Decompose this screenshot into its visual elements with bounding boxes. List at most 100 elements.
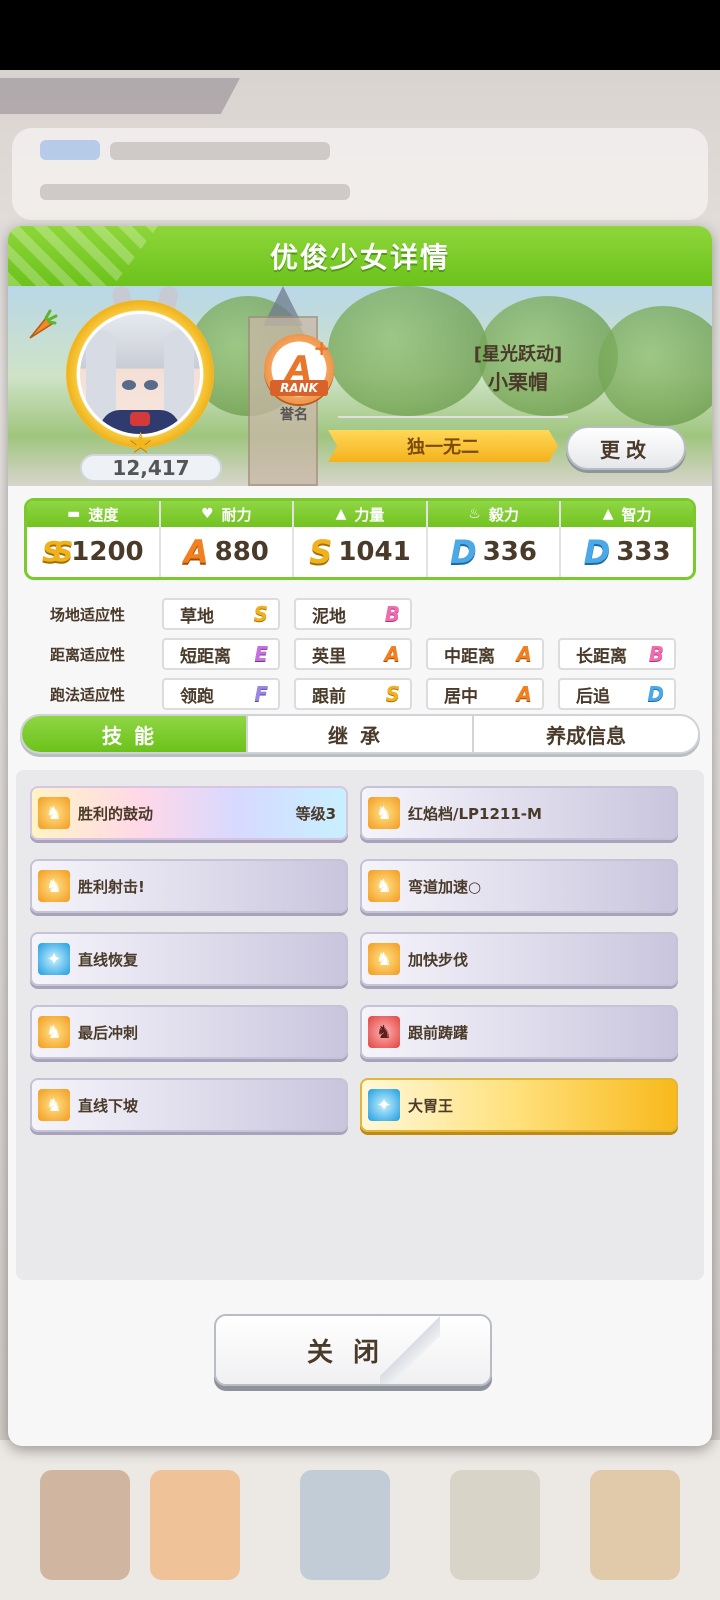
background-text bbox=[40, 184, 350, 200]
rank-caption: 誉名 bbox=[280, 407, 308, 423]
running-horse-icon: ♞ bbox=[38, 797, 70, 829]
stat-guts: ♨ 毅力 D 336 bbox=[427, 501, 562, 577]
skill-card[interactable]: ♞ 胜利射击! bbox=[30, 859, 348, 913]
background-tag bbox=[40, 140, 100, 160]
dialog-title-bar: 优俊少女详情 bbox=[8, 226, 712, 286]
running-horse-icon: ♞ bbox=[368, 943, 400, 975]
character-portrait bbox=[80, 314, 200, 434]
aptitude-name: 草地 bbox=[180, 606, 214, 627]
stat-wisdom: ▲ 智力 D 333 bbox=[561, 501, 693, 577]
aptitude-row-strategy: 跑法适应性 领跑 F 跟前 S 居中 A 后追 D bbox=[28, 674, 692, 714]
skill-card[interactable]: ♞ 最后冲刺 bbox=[30, 1005, 348, 1059]
aptitude-grade: S bbox=[253, 602, 268, 626]
stat-label: 毅力 bbox=[488, 505, 519, 524]
aptitude-name: 居中 bbox=[444, 686, 478, 707]
aptitude-grade: S bbox=[385, 682, 400, 706]
aptitude-name: 后追 bbox=[576, 686, 610, 707]
detail-tabs: 技能 继承 养成信息 bbox=[20, 714, 700, 754]
skill-name: 跟前踌躇 bbox=[408, 1023, 469, 1042]
aptitude-grade: B bbox=[648, 642, 664, 666]
background-banner bbox=[0, 78, 240, 114]
aptitude-cell: 中距离 A bbox=[426, 638, 544, 670]
background-thumbnail bbox=[300, 1470, 390, 1580]
aptitude-row-label: 距离适应性 bbox=[50, 645, 126, 664]
tab-inheritance[interactable]: 继承 bbox=[248, 716, 474, 752]
skill-name: 胜利射击! bbox=[78, 877, 145, 896]
carrot-icon bbox=[29, 309, 58, 339]
title-banner: 独一无二 bbox=[328, 430, 558, 462]
aptitude-cell: 草地 S bbox=[162, 598, 280, 630]
aptitude-cell: 领跑 F bbox=[162, 678, 280, 710]
stat-label: 速度 bbox=[88, 505, 119, 524]
skill-list: ♞ 胜利的鼓动 等级3 ♞ 红焰档/LP1211-M ♞ 胜利射击! ♞ 弯道加速○ ✦ 直线恢复 ♞… bbox=[16, 770, 704, 1280]
aptitude-name: 长距离 bbox=[576, 646, 627, 667]
skill-card[interactable]: ✦ 大胃王 bbox=[360, 1078, 678, 1132]
skill-card[interactable]: ♞ 跟前踌躇 bbox=[360, 1005, 678, 1059]
aptitude-row-track: 场地适应性 草地 S 泥地 B bbox=[28, 594, 692, 634]
close-button-label: 关闭 bbox=[306, 1337, 399, 1368]
aptitude-name: 泥地 bbox=[312, 606, 346, 627]
skill-name: 加快步伐 bbox=[408, 950, 469, 969]
heart-icon: ♥ bbox=[201, 506, 214, 522]
name-divider bbox=[338, 416, 568, 418]
aptitude-cell: 长距离 B bbox=[558, 638, 676, 670]
aptitude-name: 中距离 bbox=[444, 646, 495, 667]
tab-skills[interactable]: 技能 bbox=[22, 716, 248, 752]
tab-training-info[interactable]: 养成信息 bbox=[474, 716, 698, 752]
aptitude-cell: 泥地 B bbox=[294, 598, 412, 630]
flame-icon: ♨ bbox=[468, 506, 481, 522]
background-thumbnail bbox=[450, 1470, 540, 1580]
aptitude-cell: 后追 D bbox=[558, 678, 676, 710]
character-detail-dialog: 优俊少女详情 ★ 12,417 A + RANK 誉名 [星光跃动] 小栗帽 独… bbox=[8, 226, 712, 1446]
aptitude-name: 英里 bbox=[312, 646, 346, 667]
aptitude-grade: A bbox=[384, 642, 400, 666]
skill-card[interactable]: ♞ 胜利的鼓动 等级3 bbox=[30, 786, 348, 840]
skill-name: 最后冲刺 bbox=[78, 1023, 139, 1042]
aptitude-row-label: 场地适应性 bbox=[50, 605, 126, 624]
background-thumbnail bbox=[40, 1470, 130, 1580]
aptitude-cell: 跟前 S bbox=[294, 678, 412, 710]
running-horse-icon: ♞ bbox=[38, 1016, 70, 1048]
skill-level: 等级3 bbox=[295, 804, 336, 823]
skill-card[interactable]: ♞ 弯道加速○ bbox=[360, 859, 678, 913]
aptitude-cell: 短距离 E bbox=[162, 638, 280, 670]
skill-name: 胜利的鼓动 bbox=[78, 804, 154, 823]
title-bar-pattern bbox=[8, 226, 158, 286]
stat-label: 耐力 bbox=[221, 505, 252, 524]
change-title-button[interactable]: 更改 bbox=[566, 426, 686, 470]
close-button[interactable]: 关闭 bbox=[214, 1314, 492, 1386]
rank-badge: A + RANK bbox=[264, 334, 334, 404]
skill-name: 大胃王 bbox=[408, 1096, 454, 1115]
skill-card[interactable]: ✦ 直线恢复 bbox=[30, 932, 348, 986]
skill-card[interactable]: ♞ 红焰档/LP1211-M bbox=[360, 786, 678, 840]
stat-grade: D bbox=[583, 533, 611, 571]
stat-grade: S bbox=[309, 533, 333, 571]
debuff-horse-icon: ♞ bbox=[368, 1016, 400, 1048]
skill-card[interactable]: ♞ 加快步伐 bbox=[360, 932, 678, 986]
aptitude-name: 领跑 bbox=[180, 686, 214, 707]
stat-value: 336 bbox=[482, 537, 537, 567]
sparkle-icon: ✦ bbox=[368, 1089, 400, 1121]
rank-plus: + bbox=[313, 336, 330, 360]
character-header: ★ 12,417 A + RANK 誉名 [星光跃动] 小栗帽 独一无二 更改 bbox=[8, 286, 712, 486]
stat-label: 力量 bbox=[354, 505, 385, 524]
fan-count: 12,417 bbox=[80, 454, 222, 482]
stat-grade: SS bbox=[41, 535, 73, 568]
graduation-cap-icon: ▲ bbox=[602, 506, 614, 522]
stat-value: 880 bbox=[214, 537, 269, 567]
stat-value: 333 bbox=[616, 537, 671, 567]
stat-value: 1200 bbox=[71, 537, 144, 567]
character-name: 小栗帽 bbox=[488, 370, 548, 394]
aptitude-grade: D bbox=[647, 682, 664, 706]
running-horse-icon: ♞ bbox=[38, 1089, 70, 1121]
stat-stamina: ♥ 耐力 A 880 bbox=[160, 501, 295, 577]
skill-card[interactable]: ♞ 直线下坡 bbox=[30, 1078, 348, 1132]
stat-label: 智力 bbox=[621, 505, 652, 524]
stat-grade: D bbox=[450, 533, 477, 571]
background-text bbox=[110, 142, 330, 160]
skill-name: 直线恢复 bbox=[78, 950, 139, 969]
background-thumbnail bbox=[590, 1470, 680, 1580]
stat-power: ▲ 力量 S 1041 bbox=[294, 501, 428, 577]
aptitude-row-distance: 距离适应性 短距离 E 英里 A 中距离 A 长距离 B bbox=[28, 634, 692, 674]
rank-label: RANK bbox=[270, 380, 328, 396]
